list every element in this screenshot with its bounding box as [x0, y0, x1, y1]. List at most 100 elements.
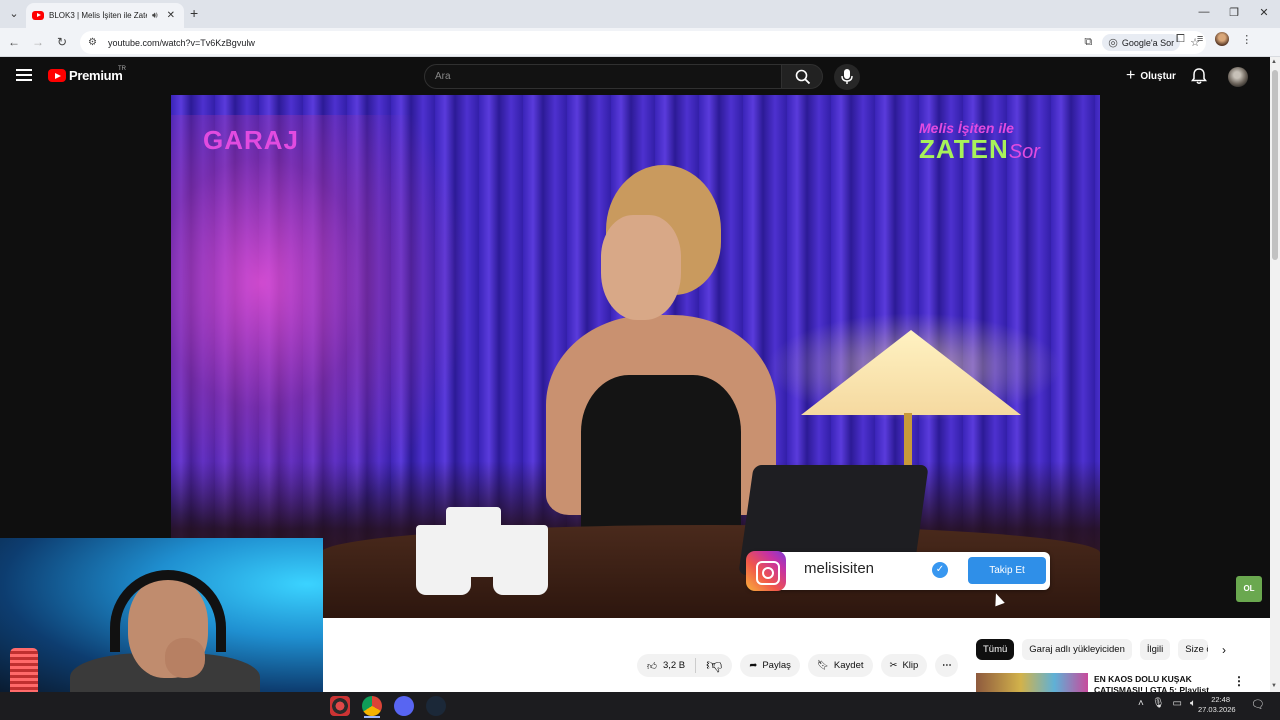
active-app-indicator [364, 716, 380, 718]
account-avatar[interactable] [1228, 67, 1248, 87]
show-logo-end: Sor [1008, 141, 1040, 163]
clip-label: Klip [902, 660, 919, 671]
create-label: Oluştur [1140, 70, 1176, 82]
system-tray: ˄ 🎙︎ ▭ 🔈︎ [1138, 698, 1196, 709]
thumbs-up-icon: 👍︎ [647, 660, 657, 672]
extensions-icon[interactable]: ⧠ [1176, 33, 1185, 46]
address-bar[interactable]: ⚙︎ youtube.com/watch?v=Tv6KzBgvulw ⧉ ◎ G… [80, 31, 1206, 54]
clip-button[interactable]: ✂ Klip [880, 654, 928, 677]
youtube-logo[interactable]: Premium TR [48, 66, 126, 83]
like-button[interactable]: 👍︎ 3,2 B [637, 658, 697, 673]
chip-from-uploader[interactable]: Garaj adlı yükleyiciden [1022, 639, 1132, 660]
bookmark-icon: 🔖︎ [816, 660, 829, 671]
region-code: TR [118, 66, 126, 72]
tab-search-icon[interactable]: ⌄ [6, 6, 22, 22]
clock-time: 22:48 [1211, 695, 1230, 704]
back-icon[interactable]: ← [6, 35, 22, 49]
close-window-icon[interactable]: ✕ [1254, 6, 1274, 19]
recommendation-menu-icon[interactable]: ⋮ [1233, 674, 1245, 688]
search-input[interactable]: Ara [424, 64, 782, 89]
network-icon[interactable]: ▭ [1173, 698, 1182, 709]
close-tab-icon[interactable]: ✕ [167, 10, 175, 21]
taskbar-clock[interactable]: 22:48 27.03.2026 [1198, 695, 1236, 715]
google-ask-label: Google'a Sor [1121, 37, 1175, 48]
speaker-icon[interactable]: 🔊︎ [152, 10, 158, 21]
recommendation-title[interactable]: EN KAOS DOLU KUŞAK ÇATIŞMASI! | GTA 5: P… [1094, 674, 1219, 692]
tray-chevron-icon[interactable]: ˄ [1138, 698, 1144, 709]
youtube-play-icon [48, 69, 66, 82]
chip-for-you[interactable]: Size ö [1178, 639, 1209, 660]
app-icon-recorder[interactable] [330, 696, 350, 716]
chip-all[interactable]: Tümü [976, 639, 1015, 660]
steam-icon[interactable] [426, 696, 446, 716]
tab-title: BLOK3 | Melis İşiten ile Zaten Sor [49, 11, 147, 20]
youtube-header: Premium TR Ara + Oluştur [0, 57, 1280, 95]
overlay-badge: OL [1236, 576, 1262, 602]
search-button[interactable] [781, 64, 823, 89]
save-label: Kaydet [833, 660, 864, 671]
show-logo-watermark: Melis İşiten ile ZATENSor [919, 120, 1079, 180]
discord-icon[interactable] [394, 696, 414, 716]
youtube-favicon-icon [32, 11, 44, 20]
browser-tab[interactable]: BLOK3 | Melis İşiten ile Zaten Sor 🔊︎ ✕ [26, 3, 184, 28]
instagram-icon [746, 551, 786, 591]
tray-mic-icon[interactable]: 🎙︎ [1152, 698, 1165, 709]
streamer-hand-image [165, 638, 205, 678]
notifications-icon[interactable]: 🗨︎ [1251, 698, 1265, 711]
media-control-icon[interactable]: ≡ [1197, 33, 1203, 45]
instagram-handle: melisisiten [804, 560, 875, 577]
verified-check-icon: ✓ [932, 562, 948, 578]
chevron-right-icon[interactable]: › [1222, 643, 1226, 657]
google-ask-button[interactable]: ◎ Google'a Sor [1102, 34, 1181, 51]
browser-menu-icon[interactable]: ⋮ [1241, 33, 1252, 46]
scrollbar-thumb[interactable] [1272, 70, 1278, 260]
dislike-button[interactable]: 👎︎ [696, 656, 732, 675]
scroll-down-icon[interactable]: ▼ [1271, 683, 1277, 689]
scroll-up-icon[interactable]: ▲ [1271, 59, 1277, 65]
logo-text: Premium [69, 68, 123, 83]
related-filter-chips: Tümü Garaj adlı yükleyiciden İlgili Size… [976, 639, 1209, 660]
microphone-icon [841, 69, 853, 84]
toolbar-right-icons: ⧠ ≡ ⋮ [1176, 32, 1252, 46]
menu-icon[interactable] [16, 69, 32, 81]
restore-icon[interactable]: ❐ [1224, 6, 1244, 19]
recommendation-thumbnail[interactable] [976, 673, 1088, 693]
share-arrow-icon: ➦ [749, 660, 758, 671]
video-action-bar: 👍︎ 3,2 B 👎︎ ➦ Paylaş 🔖︎ Kaydet ✂ Klip ⋯ [637, 654, 959, 677]
mug-image [493, 525, 548, 595]
lamp-shade-image [801, 330, 1021, 415]
more-actions-button[interactable]: ⋯ [935, 654, 959, 677]
like-count: 3,2 B [662, 660, 686, 671]
profile-avatar[interactable] [1215, 32, 1230, 46]
browser-tab-strip: ⌄ BLOK3 | Melis İşiten ile Zaten Sor 🔊︎ … [0, 0, 1280, 28]
search-icon [795, 69, 811, 85]
forward-icon[interactable]: → [30, 35, 46, 49]
save-button[interactable]: 🔖︎ Kaydet [807, 654, 873, 677]
chrome-icon[interactable] [362, 696, 382, 716]
create-button[interactable]: + Oluştur [1118, 65, 1184, 87]
scissors-icon: ✂ [889, 660, 898, 671]
chip-related[interactable]: İlgili [1139, 639, 1171, 660]
voice-search-button[interactable] [834, 64, 860, 90]
new-tab-button[interactable]: + [190, 6, 198, 20]
url-text[interactable]: youtube.com/watch?v=Tv6KzBgvulw [108, 38, 255, 48]
instagram-follow-button: Takip Et [968, 557, 1046, 584]
show-logo-main: ZATEN [919, 134, 1009, 164]
install-app-icon[interactable]: ⧉ [1084, 36, 1092, 49]
volume-icon[interactable]: 🔈︎ [1190, 698, 1196, 709]
share-button[interactable]: ➦ Paylaş [740, 654, 800, 677]
minimize-icon[interactable]: — [1194, 6, 1214, 18]
windows-taskbar [0, 692, 1280, 720]
headset-image [110, 570, 226, 652]
rgb-light-image [10, 648, 38, 692]
site-info-icon[interactable]: ⚙︎ [88, 37, 102, 48]
webcam-overlay [0, 538, 323, 692]
palm-plant-image [171, 115, 471, 535]
notifications-bell-icon[interactable] [1191, 68, 1207, 85]
clock-date: 27.03.2026 [1198, 705, 1236, 714]
google-lens-icon: ◎ [1108, 37, 1118, 49]
reload-icon[interactable]: ↻ [54, 35, 70, 49]
share-label: Paylaş [762, 660, 791, 671]
like-dislike-group: 👍︎ 3,2 B 👎︎ [637, 654, 733, 677]
thumbs-down-icon: 👎︎ [706, 657, 723, 674]
